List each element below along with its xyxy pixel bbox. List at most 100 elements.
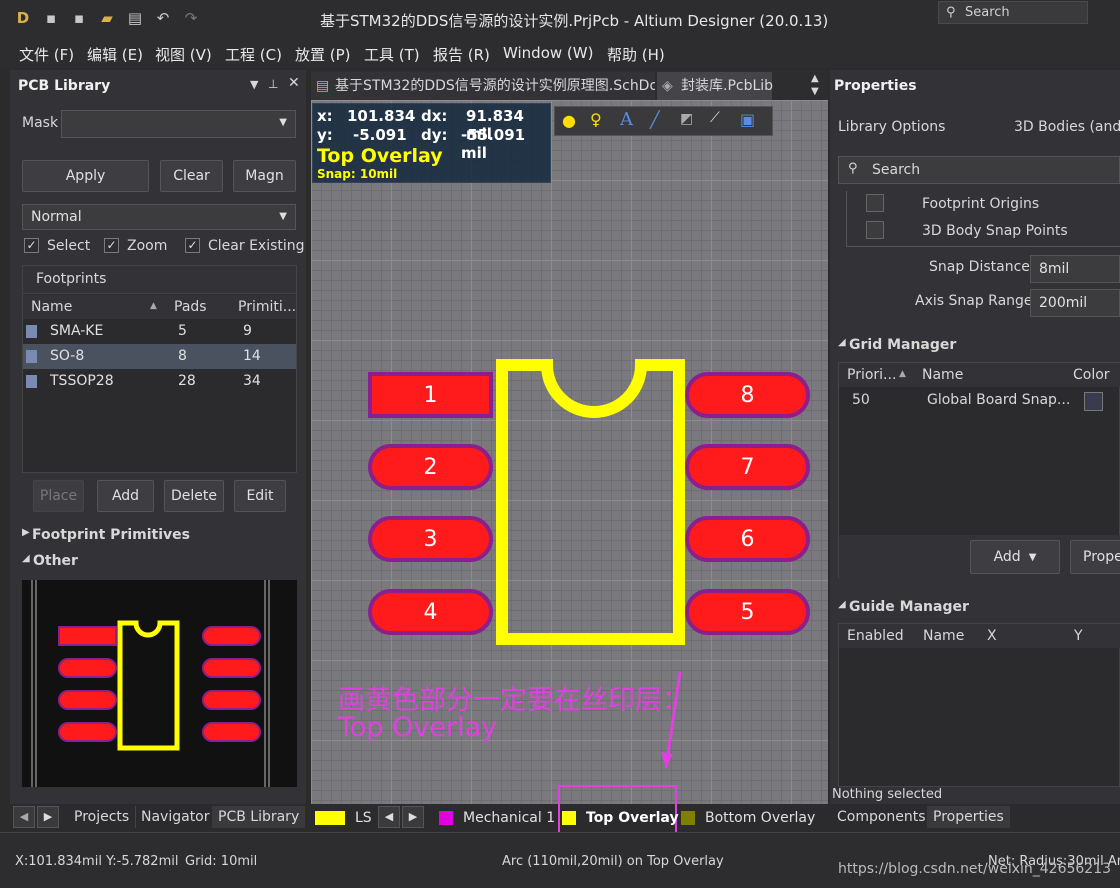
save-all-icon[interactable]: ▪ <box>70 9 88 27</box>
pad-5[interactable]: 5 <box>685 589 810 635</box>
properties-grid-button[interactable]: Prope <box>1070 540 1120 574</box>
menu-view[interactable]: 视图 (V) <box>155 44 212 65</box>
pad-8[interactable]: 8 <box>685 372 810 418</box>
menu-reports[interactable]: 报告 (R) <box>433 44 490 65</box>
layer-tab-mechanical-1[interactable]: Mechanical 1 <box>439 806 555 830</box>
menu-help[interactable]: 帮助 (H) <box>607 44 665 65</box>
open-icon[interactable]: ▰ <box>98 9 116 27</box>
menu-file[interactable]: 文件 (F) <box>19 44 74 65</box>
bodies-3d-label[interactable]: 3D Bodies (and 9 <box>1014 119 1120 135</box>
column-y[interactable]: Y <box>1074 628 1083 644</box>
tab-pcblib[interactable]: ◈ 封装库.PcbLib <box>657 72 773 100</box>
pad-7[interactable]: 7 <box>685 444 810 490</box>
pad-6[interactable]: 6 <box>685 516 810 562</box>
table-row[interactable]: SMA-KE 5 9 <box>23 319 296 344</box>
table-row-selected[interactable]: SO-8 8 14 <box>23 344 296 369</box>
layer-tab-top-overlay[interactable]: Top Overlay <box>562 806 679 830</box>
pad-tool-icon[interactable]: ● <box>562 111 576 130</box>
line-tool-icon[interactable]: ╱ <box>650 110 660 129</box>
collapse-icon[interactable]: ◢ <box>22 553 30 564</box>
open-project-icon[interactable]: ▤ <box>126 9 144 27</box>
layer-scroll-left-icon[interactable]: ◀ <box>378 806 400 828</box>
close-icon[interactable]: ✕ <box>288 75 300 91</box>
layer-tab-bottom-overlay[interactable]: Bottom Overlay <box>681 806 815 830</box>
footprint-primitives-section[interactable]: Footprint Primitives <box>32 527 190 543</box>
axis-snap-range-input[interactable]: 200mil <box>1030 289 1120 317</box>
redo-icon[interactable]: ↷ <box>182 9 200 27</box>
place-button[interactable]: Place <box>33 480 84 512</box>
global-search-input[interactable]: ⚲ Search <box>938 1 1088 24</box>
pin-icon[interactable]: ⊥ <box>268 77 278 91</box>
tab-properties[interactable]: Properties <box>927 806 1010 828</box>
via-tool-icon[interactable]: ♀ <box>590 110 602 129</box>
undo-icon[interactable]: ↶ <box>154 9 172 27</box>
snap-distance-input[interactable]: 8mil <box>1030 255 1120 283</box>
delete-button[interactable]: Delete <box>164 480 224 512</box>
apply-button[interactable]: Apply <box>22 160 149 192</box>
properties-search-input[interactable]: ⚲ Search <box>838 156 1120 184</box>
footprint-origins-checkbox[interactable] <box>866 194 884 212</box>
edit-button[interactable]: Edit <box>234 480 286 512</box>
expand-icon[interactable]: ▶ <box>22 527 30 538</box>
column-primitives[interactable]: Primiti... <box>238 299 296 315</box>
menu-place[interactable]: 放置 (P) <box>295 44 351 65</box>
menu-edit[interactable]: 编辑 (E) <box>87 44 143 65</box>
pad-2[interactable]: 2 <box>368 444 493 490</box>
select-checkbox[interactable]: ✓ <box>24 238 39 253</box>
column-name[interactable]: Name <box>923 628 964 644</box>
snap-points-3d-checkbox[interactable] <box>866 221 884 239</box>
table-row[interactable]: TSSOP28 28 34 <box>23 369 296 394</box>
layer-set-selector[interactable]: LS <box>315 806 372 830</box>
column-priority[interactable]: Priori... <box>847 367 896 383</box>
clear-existing-checkbox[interactable]: ✓ <box>185 238 200 253</box>
zoom-checkbox[interactable]: ✓ <box>104 238 119 253</box>
menu-project[interactable]: 工程 (C) <box>225 44 282 65</box>
column-name[interactable]: Name <box>922 367 963 383</box>
footprints-title: Footprints <box>36 271 107 287</box>
column-pads[interactable]: Pads <box>174 299 207 315</box>
collapse-icon[interactable]: ◢ <box>838 599 846 610</box>
tab-scroll-left-icon[interactable]: ◀ <box>13 806 35 828</box>
table-row[interactable]: 50 Global Board Snap... <box>839 389 1120 413</box>
clear-button[interactable]: Clear <box>160 160 223 192</box>
add-grid-button[interactable]: Add ▼ <box>970 540 1060 574</box>
tab-pcb-library[interactable]: PCB Library <box>212 806 306 828</box>
guide-manager-section[interactable]: Guide Manager <box>849 599 969 615</box>
region-tool-icon[interactable]: ◩ <box>680 111 693 127</box>
filter-mode-select[interactable]: Normal ▼ <box>22 204 296 230</box>
tab-components[interactable]: Components <box>831 806 933 828</box>
column-x[interactable]: X <box>987 628 997 644</box>
panel-menu-icon[interactable]: ▼ <box>250 78 258 91</box>
other-section[interactable]: Other <box>33 553 78 569</box>
library-options-label[interactable]: Library Options <box>838 119 945 135</box>
collapse-icon[interactable]: ◢ <box>838 337 846 348</box>
column-name[interactable]: Name <box>31 299 72 315</box>
tab-schematic[interactable]: ▤ 基于STM32的DDS信号源的设计实例原理图.SchDoc <box>311 72 655 100</box>
pad-4[interactable]: 4 <box>368 589 493 635</box>
layer-set-label: LS <box>355 810 372 826</box>
add-button[interactable]: Add <box>97 480 154 512</box>
dimension-tool-icon[interactable]: ⟋ <box>710 110 720 126</box>
save-icon[interactable]: ▪ <box>42 9 60 27</box>
tabs-scroll-down-icon[interactable]: ▼ <box>811 86 819 97</box>
filter-mode-value: Normal <box>31 209 82 225</box>
component-body-tool-icon[interactable]: ▣ <box>740 110 755 129</box>
column-color[interactable]: Color <box>1073 367 1110 383</box>
tabs-scroll-up-icon[interactable]: ▲ <box>811 73 819 84</box>
footprint-icon <box>26 375 37 388</box>
mask-input[interactable]: ▼ <box>61 110 296 138</box>
tab-projects[interactable]: Projects <box>68 806 137 828</box>
menu-tools[interactable]: 工具 (T) <box>364 44 420 65</box>
pad-3[interactable]: 3 <box>368 516 493 562</box>
pad-1[interactable]: 1 <box>368 372 493 418</box>
text-tool-icon[interactable]: A <box>620 109 633 130</box>
tab-navigator[interactable]: Navigator <box>135 806 217 828</box>
tab-scroll-right-icon[interactable]: ▶ <box>37 806 59 828</box>
magnify-button[interactable]: Magn <box>233 160 296 192</box>
pcb-canvas[interactable]: 1 2 3 4 5 6 7 8 x: 101.834 dx: 91.834 mi… <box>311 100 828 804</box>
menu-window[interactable]: Window (W) <box>503 44 593 62</box>
grid-color-swatch[interactable] <box>1084 392 1103 411</box>
layer-scroll-right-icon[interactable]: ▶ <box>402 806 424 828</box>
grid-manager-section[interactable]: Grid Manager <box>849 337 956 353</box>
column-enabled[interactable]: Enabled <box>847 628 904 644</box>
